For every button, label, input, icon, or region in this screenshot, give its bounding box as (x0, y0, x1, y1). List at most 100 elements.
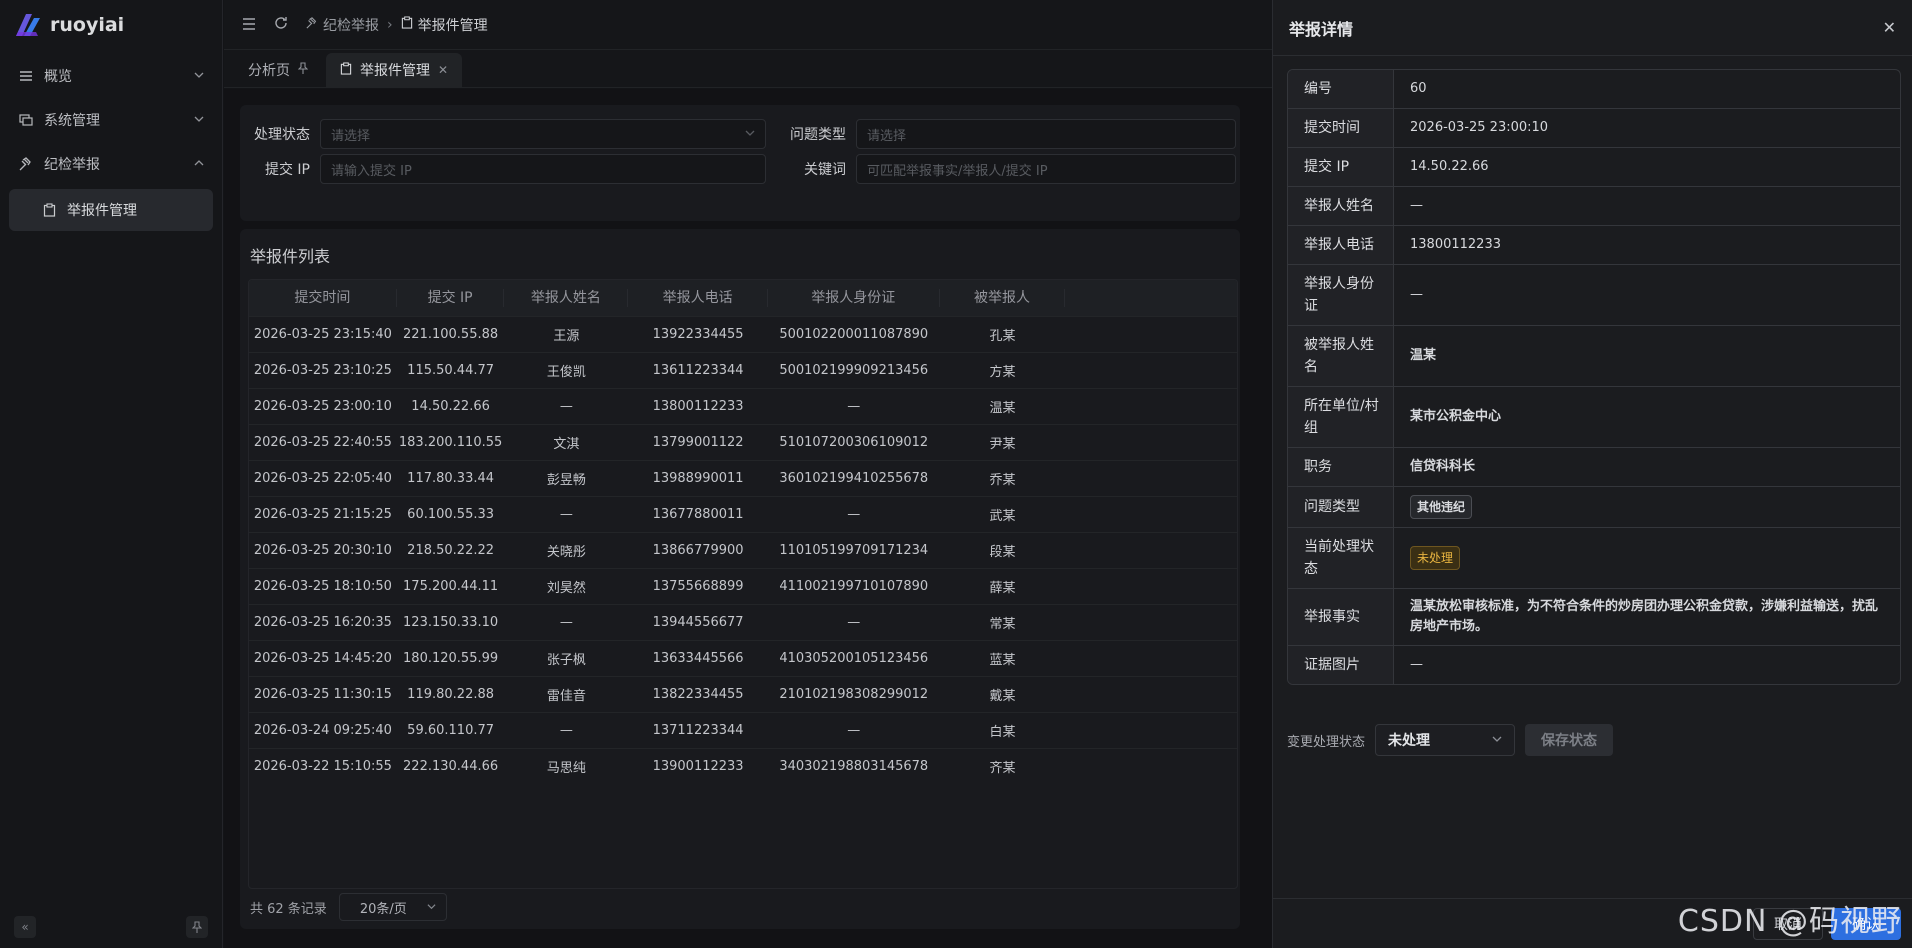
table-cell: 2026-03-25 22:40:55 (253, 435, 392, 450)
column-header[interactable]: 提交 IP (397, 289, 505, 307)
logo-mark (12, 10, 42, 40)
table-row[interactable]: 2026-03-25 14:45:20 180.120.55.99 张子枫 13633… (249, 640, 1237, 676)
table-row[interactable]: 2026-03-25 22:40:55 183.200.110.55 文淇 13799… (249, 424, 1237, 460)
table-cell: 183.200.110.55 (398, 435, 503, 450)
column-header[interactable]: 提交时间 (249, 289, 397, 307)
column-header[interactable]: 举报人姓名 (504, 289, 629, 307)
sidebar-item-report-management[interactable]: 举报件管理 (9, 189, 213, 231)
close-icon[interactable]: ✕ (438, 63, 448, 77)
table-cell: 齐某 (989, 761, 1016, 776)
menu-toggle-icon[interactable] (242, 15, 256, 34)
table-cell: 2026-03-25 16:20:35 (253, 615, 392, 630)
logo[interactable]: ruoyiai (0, 0, 222, 50)
sidebar-item-system[interactable]: 系统管理 (0, 98, 222, 142)
breadcrumb-item-current: 举报件管理 (401, 15, 488, 35)
sidebar-menu: 概览 系统管理 纪检举报 举报件管理 (0, 54, 222, 231)
save-status-button[interactable]: 保存状态 (1525, 724, 1614, 756)
clipboard-icon (401, 16, 413, 33)
keyword-input[interactable]: 可匹配举报事实/举报人/提交 IP (856, 154, 1236, 184)
detail-row: 问题类型 其他违纪 (1288, 486, 1900, 527)
table-cell: 常某 (989, 617, 1016, 632)
ip-input[interactable]: 请输入提交 IP (320, 154, 766, 184)
detail-label: 提交 IP (1288, 148, 1394, 186)
collapse-sidebar-icon[interactable]: « (14, 916, 36, 938)
sidebar-item-label: 纪检举报 (44, 157, 100, 173)
table-row[interactable]: 2026-03-22 15:10:55 222.130.44.66 马思纯 13900… (249, 748, 1237, 784)
filter-status: 处理状态 请选择 (240, 119, 766, 149)
sidebar-item-overview[interactable]: 概览 (0, 54, 222, 98)
column-header[interactable]: 举报人电话 (628, 289, 768, 307)
breadcrumb-label: 举报件管理 (417, 17, 488, 34)
table-cell: 13900112233 (652, 759, 744, 774)
drawer-header: 举报详情 ✕ (1273, 0, 1912, 56)
tab-report-management[interactable]: 举报件管理 ✕ (326, 53, 463, 87)
column-header[interactable]: 举报人身份证 (768, 289, 940, 307)
table-cell: 13822334455 (652, 687, 744, 702)
table-cell: 510107200306109012 (779, 435, 929, 450)
table-row[interactable]: 2026-03-25 20:30:10 218.50.22.22 关晓彤 138667… (249, 532, 1237, 568)
table-row[interactable]: 2026-03-25 11:30:15 119.80.22.88 雷佳音 138223… (249, 676, 1237, 712)
detail-value: 2026-03-25 23:00:10 (1410, 120, 1549, 135)
table-row[interactable]: 2026-03-25 16:20:35 123.150.33.10 — 1394455… (249, 604, 1237, 640)
tab-analysis[interactable]: 分析页 (234, 53, 322, 87)
detail-label: 问题类型 (1288, 487, 1394, 527)
status-select[interactable]: 请选择 (320, 119, 766, 149)
table-cell: 13944556677 (652, 615, 744, 630)
table-cell: — (559, 723, 573, 738)
detail-row: 举报人电话 13800112233 (1288, 225, 1900, 264)
table-row[interactable]: 2026-03-25 23:00:10 14.50.22.66 — 138001122… (249, 388, 1237, 424)
detail-label: 提交时间 (1288, 109, 1394, 147)
table-cell: 340302198803145678 (779, 759, 929, 774)
sidebar-item-discipline-report[interactable]: 纪检举报 (0, 142, 222, 186)
filter-label: 问题类型 (790, 127, 846, 143)
table-cell: 乔某 (989, 473, 1016, 488)
table-cell: 2026-03-25 20:30:10 (253, 543, 392, 558)
detail-value: 14.50.22.66 (1410, 159, 1489, 174)
table-cell: 孔某 (989, 329, 1016, 344)
chevron-down-icon (1492, 732, 1502, 748)
table-row[interactable]: 2026-03-25 23:10:25 115.50.44.77 王俊凯 136112… (249, 352, 1237, 388)
gavel-icon (306, 16, 318, 33)
table-row[interactable]: 2026-03-24 09:25:40 59.60.110.77 — 13711223… (249, 712, 1237, 748)
detail-value: 温某放松审核标准，为不符合条件的炒房团办理公积金贷款，涉嫌利益输送，扰乱房地产市… (1410, 599, 1879, 634)
sidebar-item-label: 概览 (44, 69, 72, 85)
type-select[interactable]: 请选择 (856, 119, 1236, 149)
table-cell: 123.150.33.10 (403, 615, 499, 630)
refresh-icon[interactable] (274, 15, 288, 34)
app-root: ruoyiai 概览 系统管理 纪检举报 举报件管理 « 纪检举报 › 举报件管… (0, 0, 1912, 948)
table-cell: 2026-03-25 23:10:25 (253, 363, 392, 378)
report-table: 提交时间 提交 IP 举报人姓名 举报人电话 举报人身份证 被举报人 2026-… (248, 279, 1238, 889)
pin-icon[interactable] (186, 916, 208, 938)
table-cell: 2026-03-25 14:45:20 (253, 651, 392, 666)
status-change-select[interactable]: 未处理 (1375, 724, 1516, 756)
table-cell: 王源 (553, 329, 580, 344)
status-badge: 未处理 (1410, 546, 1461, 570)
detail-value: 60 (1410, 81, 1427, 96)
detail-row: 证据图片 — (1288, 645, 1900, 684)
table-cell: 222.130.44.66 (403, 759, 499, 774)
table-cell: 段某 (989, 545, 1016, 560)
table-cell: 13677880011 (652, 507, 744, 522)
detail-label: 举报事实 (1288, 589, 1394, 645)
chevron-down-icon (194, 113, 204, 127)
close-icon[interactable]: ✕ (1883, 18, 1896, 37)
clipboard-icon (41, 202, 57, 218)
table-row[interactable]: 2026-03-25 18:10:50 175.200.44.11 刘昊然 13755… (249, 568, 1237, 604)
table-row[interactable]: 2026-03-25 22:05:40 117.80.33.44 彭昱畅 139889… (249, 460, 1237, 496)
detail-value: 未处理 (1394, 528, 1900, 588)
pagination: 共 62 条记录 20条/页 (250, 893, 447, 921)
breadcrumb-item[interactable]: 纪检举报 (306, 15, 379, 35)
table-row[interactable]: 2026-03-25 21:15:25 60.100.55.33 — 13677880… (249, 496, 1237, 532)
table-row[interactable]: 2026-03-25 23:15:40 221.100.55.88 王源 139223… (249, 316, 1237, 352)
table-cell: 2026-03-24 09:25:40 (253, 723, 392, 738)
detail-label: 职务 (1288, 448, 1394, 486)
page-size-select[interactable]: 20条/页 (338, 893, 447, 921)
app-name: ruoyiai (50, 14, 125, 36)
column-header[interactable]: 被举报人 (940, 289, 1066, 307)
detail-row: 提交时间 2026-03-25 23:00:10 (1288, 108, 1900, 147)
table-cell: 13988990011 (652, 471, 744, 486)
filter-type: 问题类型 请选择 (776, 119, 1236, 149)
gavel-icon (18, 156, 34, 172)
status-select-value: 未处理 (1388, 733, 1431, 749)
pin-icon[interactable] (297, 62, 309, 78)
